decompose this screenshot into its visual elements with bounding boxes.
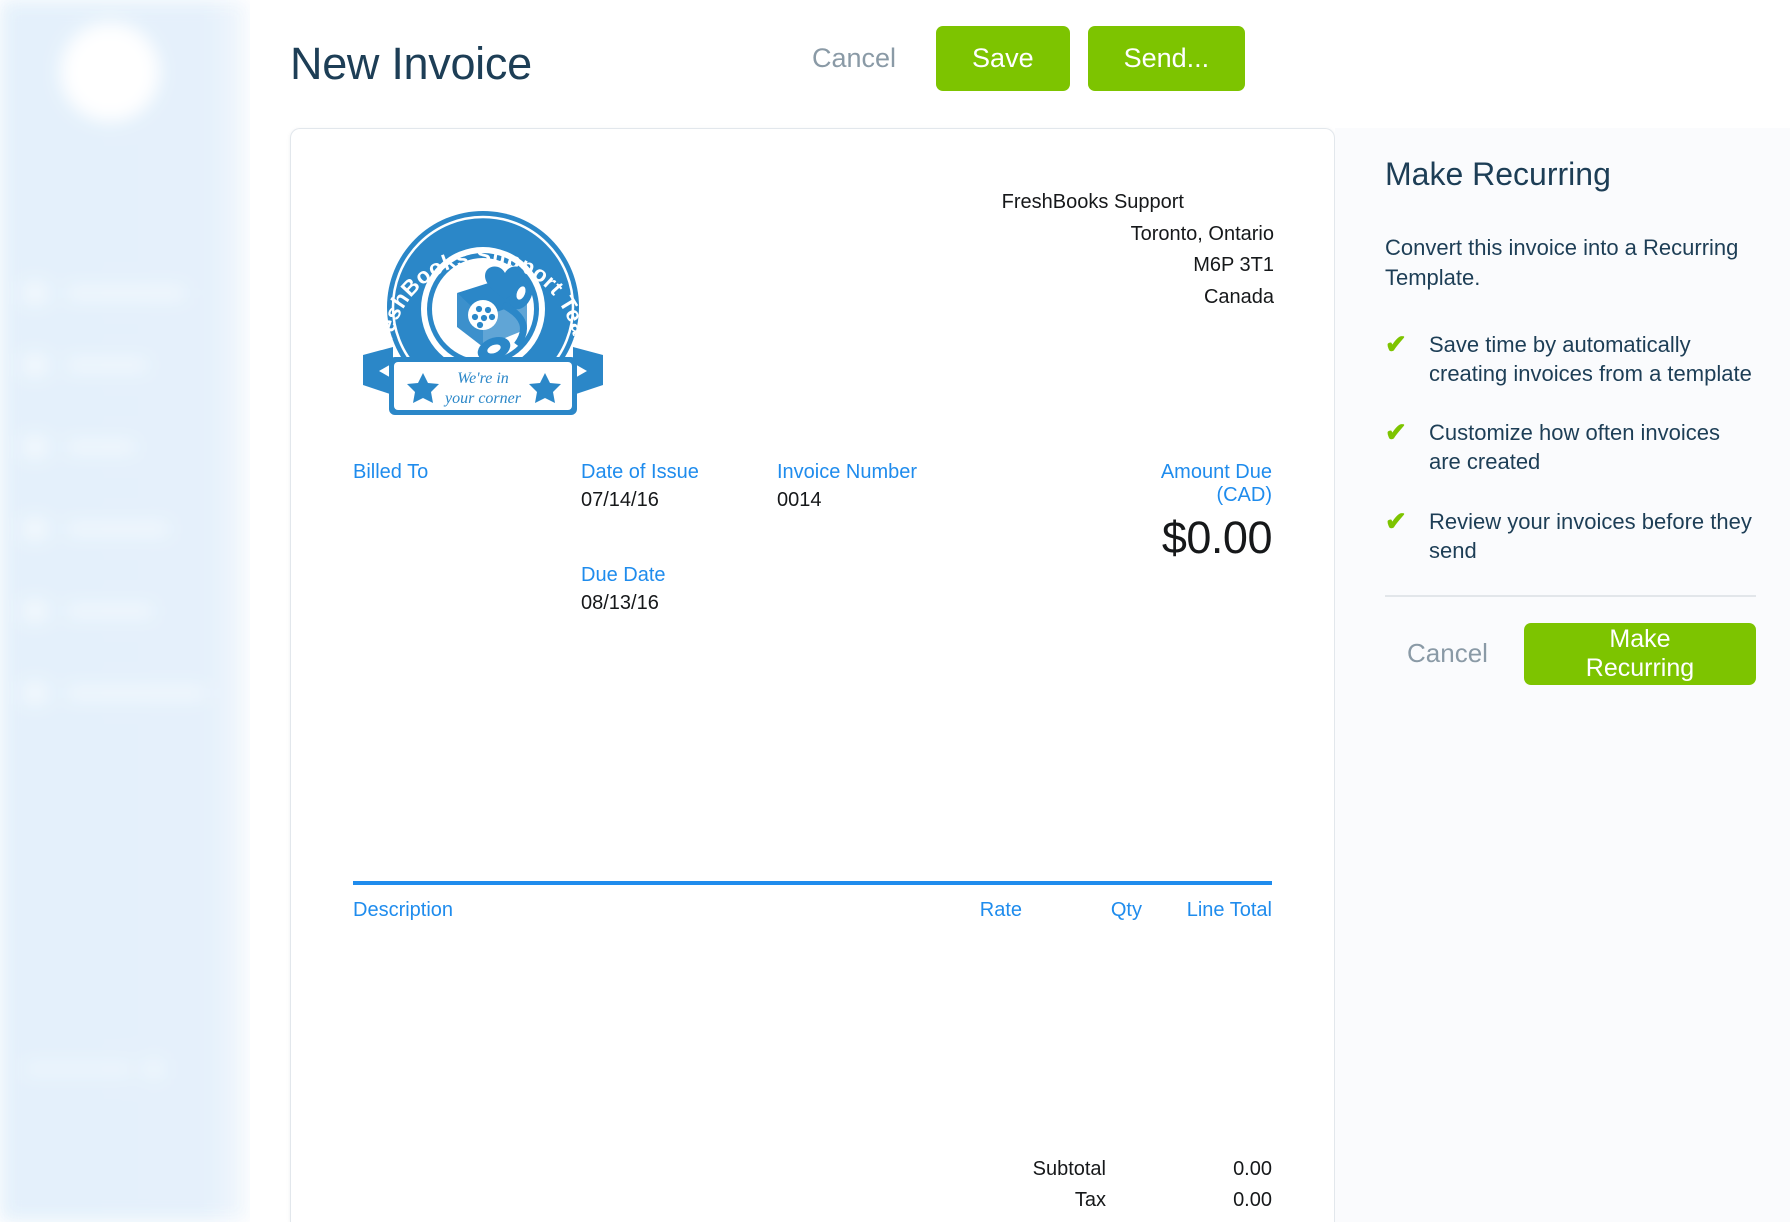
app-root: New Invoice Cancel Save Send... FreshBoo…	[0, 0, 1790, 1222]
sidebar-item-label	[66, 286, 186, 300]
company-name: FreshBooks Support	[1001, 191, 1184, 213]
company-country: Canada	[1203, 285, 1274, 308]
billed-to-label: Billed To	[353, 461, 429, 483]
subtotal-label: Subtotal	[1032, 1158, 1106, 1180]
panel-title: Make Recurring	[1385, 156, 1611, 192]
sidebar-item-items[interactable]	[22, 432, 237, 462]
invoice-totals: Subtotal 0.00 Tax 0.00 Total 0.00 Amount…	[812, 1154, 1272, 1222]
invoice-header: FreshBooks Support Team We're in your co…	[291, 129, 1334, 459]
due-date-value: 08/13/16	[581, 592, 659, 614]
expenses-icon	[22, 517, 48, 541]
items-icon	[22, 435, 48, 459]
due-date-field[interactable]: Due Date 08/13/16	[581, 564, 777, 615]
company-logo[interactable]: FreshBooks Support Team We're in your co…	[353, 197, 613, 437]
totals-row-tax: Tax 0.00	[812, 1185, 1272, 1216]
date-of-issue-label: Date of Issue	[581, 461, 699, 483]
benefit-text: Save time by automatically creating invo…	[1429, 332, 1752, 387]
due-date-label: Due Date	[581, 564, 666, 586]
send-button[interactable]: Send...	[1087, 26, 1246, 91]
tax-label: Tax	[1074, 1189, 1106, 1211]
logo-banner-line1: We're in	[457, 370, 509, 387]
make-recurring-panel: Make Recurring Convert this invoice into…	[1335, 128, 1790, 1222]
company-postal: M6P 3T1	[1193, 254, 1274, 277]
panel-actions: Cancel Make Recurring	[1385, 622, 1756, 685]
sidebar-item-label	[66, 522, 170, 536]
tax-value: 0.00	[1233, 1189, 1272, 1211]
dashboard-icon	[22, 281, 48, 305]
logo-banner-line2: your corner	[443, 390, 522, 407]
panel-cancel-button[interactable]: Cancel	[1385, 626, 1510, 681]
date-of-issue-value: 07/14/16	[581, 489, 659, 511]
sidebar-footer[interactable]	[24, 1058, 184, 1080]
invoice-number-value: 0014	[777, 489, 822, 511]
list-item: ✔ Review your invoices before they send	[1385, 505, 1756, 565]
top-bar-actions: Cancel Save Send...	[790, 26, 1246, 91]
billed-to-field[interactable]: Billed To	[353, 461, 581, 615]
invoice-number-label: Invoice Number	[777, 461, 918, 483]
amount-due-value: $0.00	[1161, 512, 1273, 563]
date-fields: Date of Issue 07/14/16 Due Date 08/13/16	[581, 461, 777, 615]
company-address-block: FreshBooks Support Toronto, Ontario M6P …	[1002, 187, 1274, 313]
top-bar: New Invoice Cancel Save Send...	[250, 0, 1790, 128]
main-content: New Invoice Cancel Save Send... FreshBoo…	[250, 0, 1790, 1222]
amount-due-label: Amount Due (CAD)	[1160, 461, 1272, 506]
support-icon	[144, 1059, 164, 1079]
line-items-table: Description Rate Qty Line Total	[353, 881, 1272, 922]
sidebar-item-dashboard[interactable]	[22, 278, 237, 308]
column-header-qty: Qty	[1110, 899, 1142, 921]
date-of-issue-field[interactable]: Date of Issue 07/14/16	[581, 461, 777, 512]
invoice-number-field[interactable]: Invoice Number 0014	[777, 461, 1107, 615]
company-city-region: Toronto, Ontario	[1130, 222, 1274, 245]
totals-row-subtotal: Subtotal 0.00	[812, 1154, 1272, 1185]
sidebar-item-expenses[interactable]	[22, 514, 237, 544]
make-recurring-button[interactable]: Make Recurring	[1523, 622, 1756, 685]
sidebar	[0, 0, 250, 1222]
time-tracking-icon	[22, 681, 48, 705]
invoice-meta-row: Billed To Date of Issue 07/14/16 Due Dat…	[291, 461, 1334, 615]
cancel-button[interactable]: Cancel	[790, 33, 918, 84]
column-header-description: Description	[353, 899, 454, 921]
invoices-icon	[22, 599, 48, 623]
avatar[interactable]	[60, 22, 160, 122]
column-header-line-total: Line Total	[1186, 899, 1272, 921]
benefit-text: Customize how often invoices are created	[1429, 420, 1721, 475]
check-icon: ✔	[1385, 417, 1407, 448]
list-item: ✔ Save time by automatically creating in…	[1385, 330, 1756, 388]
panel-divider	[1385, 594, 1756, 597]
check-icon: ✔	[1385, 329, 1407, 360]
column-header-rate: Rate	[979, 899, 1022, 921]
page-title: New Invoice	[290, 38, 532, 89]
subtotal-value: 0.00	[1233, 1158, 1272, 1180]
list-item: ✔ Customize how often invoices are creat…	[1385, 418, 1756, 476]
save-button[interactable]: Save	[936, 26, 1070, 91]
sidebar-item-label	[66, 604, 154, 618]
table-header-row: Description Rate Qty Line Total	[353, 885, 1272, 922]
sidebar-item-clients[interactable]	[22, 350, 237, 380]
sidebar-item-label	[66, 686, 206, 700]
sidebar-footer-label	[24, 1063, 134, 1075]
clients-icon	[22, 353, 48, 377]
sidebar-item-label	[66, 358, 148, 372]
benefits-list: ✔ Save time by automatically creating in…	[1385, 330, 1756, 564]
check-icon: ✔	[1385, 505, 1407, 536]
panel-description: Convert this invoice into a Recurring Te…	[1385, 235, 1739, 290]
amount-due-summary: Amount Due (CAD) $0.00	[1107, 461, 1273, 615]
sidebar-item-invoices[interactable]	[22, 596, 237, 626]
benefit-text: Review your invoices before they send	[1429, 508, 1752, 563]
sidebar-item-label	[66, 440, 136, 454]
sidebar-item-time-tracking[interactable]	[22, 678, 237, 708]
invoice-card: FreshBooks Support Team We're in your co…	[290, 128, 1335, 1222]
